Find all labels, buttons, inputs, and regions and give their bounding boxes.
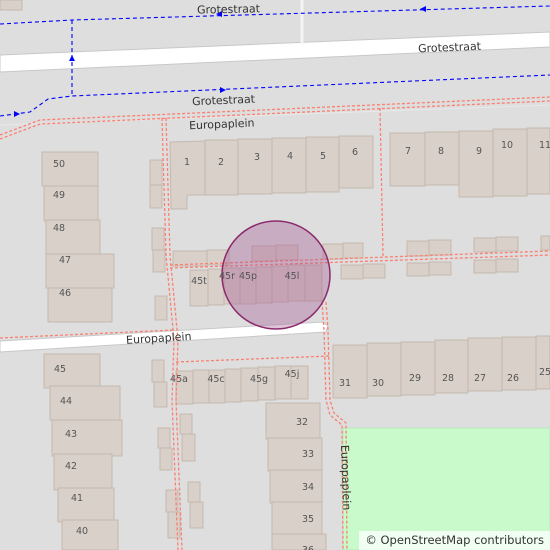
house-number: 42 [65, 461, 77, 472]
house-number: 45t [191, 276, 207, 287]
buildings-row-1-6 [169, 135, 374, 210]
house-number: 6 [352, 147, 358, 158]
house-number: 44 [60, 396, 72, 407]
house-number: 4 [287, 151, 293, 162]
house-number: 27 [474, 373, 486, 384]
copyright-symbol: © [365, 533, 377, 547]
house-number: 45p [239, 271, 257, 282]
house-number: 50 [53, 159, 65, 170]
house-number: 49 [53, 190, 65, 201]
house-number: 29 [409, 373, 421, 384]
house-number: 3 [254, 152, 260, 163]
house-number: 33 [302, 449, 314, 460]
house-number: 7 [405, 146, 411, 157]
street-label-grotestraat-bottom: Grotestraat [192, 93, 256, 109]
street-label-grotestraat-top: Grotestraat [197, 2, 261, 16]
house-number: 45r [219, 271, 235, 282]
house-number: 5 [320, 151, 326, 162]
street-label-europaplein-east: Europaplein [338, 445, 353, 511]
house-number: 35 [302, 514, 314, 525]
street-label-europaplein-west: Europaplein [126, 330, 192, 347]
house-number: 1 [184, 157, 190, 168]
house-number: 45l [285, 271, 300, 282]
house-number: 2 [218, 157, 224, 168]
house-number: 41 [71, 493, 83, 504]
house-number: 40 [76, 526, 88, 537]
street-label-europaplein-north: Europaplein [189, 117, 255, 133]
house-number: 8 [438, 146, 444, 157]
house-number: 45j [285, 369, 300, 380]
map-canvas: Grotestraat Grotestraat Grotestraat Euro… [0, 0, 550, 550]
buildings-40-45 [43, 353, 123, 550]
house-number: 45g [250, 374, 268, 385]
street-label-grotestraat-road: Grotestraat [418, 40, 482, 56]
house-number: 34 [302, 482, 314, 493]
house-number: 26 [507, 373, 519, 384]
house-number: 47 [59, 255, 71, 266]
house-number: 25 [539, 367, 550, 378]
buildings-25-31 [332, 335, 550, 399]
house-number: 46 [59, 288, 71, 299]
house-number: 32 [296, 417, 308, 428]
house-number: 45c [207, 374, 224, 385]
house-number: 31 [339, 378, 351, 389]
house-number: 48 [53, 223, 65, 234]
house-number: 11 [539, 140, 550, 151]
buildings-row-7-11 [389, 127, 550, 198]
house-number: 28 [442, 373, 454, 384]
house-number: 30 [372, 378, 384, 389]
house-number: 45a [170, 374, 188, 385]
house-number: 45 [54, 364, 66, 375]
house-number: 43 [65, 429, 77, 440]
buildings-46-50 [41, 151, 115, 323]
house-number: 9 [476, 146, 482, 157]
attribution-link[interactable]: OpenStreetMap contributors [380, 533, 544, 547]
attribution: © OpenStreetMap contributors [359, 531, 550, 550]
map-view[interactable]: Grotestraat Grotestraat Grotestraat Euro… [0, 0, 550, 550]
house-number: 10 [501, 140, 513, 151]
house-number: 36 [302, 545, 314, 550]
building [0, 0, 23, 11]
